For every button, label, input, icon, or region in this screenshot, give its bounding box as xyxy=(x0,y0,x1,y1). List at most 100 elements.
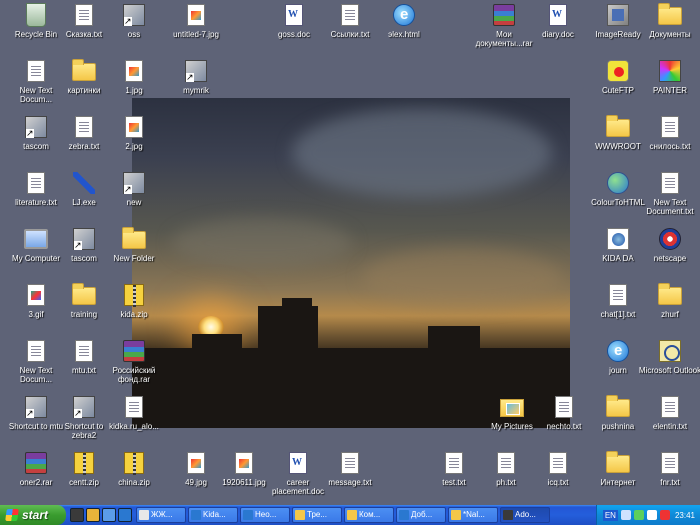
desktop-icon-label: New Text Document.txt xyxy=(646,198,694,216)
taskbar-button[interactable]: Ado... xyxy=(500,507,550,523)
zip-icon xyxy=(71,450,97,476)
img-icon xyxy=(231,450,257,476)
start-button[interactable]: start xyxy=(0,505,66,525)
desktop-icon-folder[interactable]: zhurf xyxy=(638,282,700,334)
network-icon[interactable] xyxy=(620,510,631,520)
doc-icon xyxy=(23,338,49,364)
painter-icon xyxy=(657,58,683,84)
desktop-icon-label: oss xyxy=(127,30,141,39)
window-icon xyxy=(191,510,201,520)
doc-icon xyxy=(337,2,363,28)
desktop-icon-label: Microsoft Outlook xyxy=(638,366,700,375)
language-indicator[interactable]: EN xyxy=(602,509,618,521)
shortcut-icon xyxy=(71,226,97,252)
volume-icon[interactable] xyxy=(646,510,657,520)
doc-icon xyxy=(23,58,49,84)
desktop-icon-outlook[interactable]: Microsoft Outlook xyxy=(638,338,700,390)
mypics-icon xyxy=(499,394,525,420)
img-icon xyxy=(121,58,147,84)
desktop-icon-doc[interactable]: New Text Document.txt xyxy=(638,170,700,222)
desktop-icon-ie[interactable]: эlex.html xyxy=(372,2,436,54)
doc-icon xyxy=(441,450,467,476)
clock[interactable]: 23:41 xyxy=(675,511,695,520)
taskbar-buttons: ЖЖ... Kida... Нео... Тре... Ком... Доб... *Nal… xyxy=(136,507,596,523)
desktop-icon-shortcut[interactable]: mymrik xyxy=(164,58,228,110)
html-icon xyxy=(605,226,631,252)
desktop-icon-img[interactable]: 2.jpg xyxy=(102,114,166,166)
doc-icon xyxy=(657,394,683,420)
doc-icon xyxy=(121,394,147,420)
folder-icon xyxy=(71,282,97,308)
taskbar-button[interactable]: ЖЖ... xyxy=(136,507,186,523)
desktop-icon-label: эlex.html xyxy=(388,30,420,39)
shortcut-icon xyxy=(183,58,209,84)
word-icon xyxy=(281,2,307,28)
doc-icon xyxy=(657,450,683,476)
browser-icon[interactable] xyxy=(86,508,100,522)
desktop-icon-label: PAINTER xyxy=(652,86,688,95)
system-tray: EN 23:41 xyxy=(595,505,700,525)
doc-icon xyxy=(337,450,363,476)
taskbar-button[interactable]: *Nal... xyxy=(448,507,498,523)
taskbar: start ЖЖ... Kida... Нео... Тре... Ком... Доб.… xyxy=(0,505,700,525)
desktop-icon-zip[interactable]: kida.zip xyxy=(102,282,166,334)
desktop-icon-label: New Folder xyxy=(113,254,155,263)
desktop-icon-img[interactable]: untitled-7.jpg xyxy=(164,2,228,54)
desktop-icon-img[interactable]: 1.jpg xyxy=(102,58,166,110)
doc-icon xyxy=(551,394,577,420)
desktop-icon-painter[interactable]: PAINTER xyxy=(638,58,700,110)
img-icon xyxy=(183,450,209,476)
ie-icon[interactable] xyxy=(118,508,132,522)
desktop-icon[interactable] xyxy=(70,508,84,522)
desktop-icon-zip[interactable]: china.zip xyxy=(102,450,166,497)
doc-icon xyxy=(23,170,49,196)
window-icon xyxy=(139,510,149,520)
desktop-icon-doc[interactable]: снилось.txt xyxy=(638,114,700,166)
desktop-icon-label: diary.doc xyxy=(542,30,574,39)
taskbar-button-label: ЖЖ... xyxy=(151,510,173,519)
desktop-icon-label: 1.jpg xyxy=(125,86,143,95)
desktop-icon-word[interactable]: diary.doc xyxy=(526,2,590,54)
start-label: start xyxy=(22,508,49,522)
window-icon xyxy=(347,510,357,520)
desktop-icon-shortcut[interactable]: oss xyxy=(102,2,166,54)
desktop-icon-doc[interactable]: icq.txt xyxy=(526,450,590,497)
desktop-icon-doc[interactable]: message.txt xyxy=(318,450,382,497)
recycle-icon xyxy=(23,2,49,28)
desktop-icon-doc[interactable]: kidka.ru_alo... xyxy=(102,394,166,446)
desktop-icon-label: china.zip xyxy=(118,478,150,487)
taskbar-button-label: Тре... xyxy=(307,510,328,519)
doc-icon xyxy=(71,2,97,28)
desktop-icon-label: untitled-7.jpg xyxy=(173,30,219,39)
antivirus-icon[interactable] xyxy=(659,510,670,520)
desktop-icon-shortcut[interactable]: new xyxy=(102,170,166,222)
img-icon xyxy=(121,114,147,140)
desktop-icon-ns[interactable]: netscape xyxy=(638,226,700,278)
desktop-icon-word[interactable]: goss.doc xyxy=(262,2,326,54)
desktop-icon-folder[interactable]: New Folder xyxy=(102,226,166,278)
desktop-icon-rar[interactable]: Российский фонд.rar xyxy=(102,338,166,390)
desktop-icon-doc[interactable]: elentin.txt xyxy=(638,394,700,446)
taskbar-button[interactable]: Ком... xyxy=(344,507,394,523)
shortcut-icon xyxy=(23,394,49,420)
pencil-icon xyxy=(71,170,97,196)
rar-icon xyxy=(491,2,517,28)
desktop-icon-folder[interactable]: Документы xyxy=(638,2,700,54)
zip-icon xyxy=(121,282,147,308)
desktop-icon-label: kidka.ru_alo... xyxy=(109,422,159,431)
window-icon xyxy=(295,510,305,520)
media-icon[interactable] xyxy=(102,508,116,522)
rar-icon xyxy=(121,338,147,364)
taskbar-button[interactable]: Kida... xyxy=(188,507,238,523)
desktop-icon-doc[interactable]: fnr.txt xyxy=(638,450,700,497)
ie-icon xyxy=(391,2,417,28)
messenger-icon[interactable] xyxy=(633,510,644,520)
taskbar-button[interactable]: Нео... xyxy=(240,507,290,523)
desktop-icon-label: zhurf xyxy=(661,310,679,319)
taskbar-button[interactable]: Тре... xyxy=(292,507,342,523)
taskbar-button[interactable]: Доб... xyxy=(396,507,446,523)
shortcut-icon xyxy=(23,114,49,140)
folder-icon xyxy=(657,282,683,308)
folder-icon xyxy=(605,114,631,140)
desktop-icon-label: kida.zip xyxy=(120,310,148,319)
